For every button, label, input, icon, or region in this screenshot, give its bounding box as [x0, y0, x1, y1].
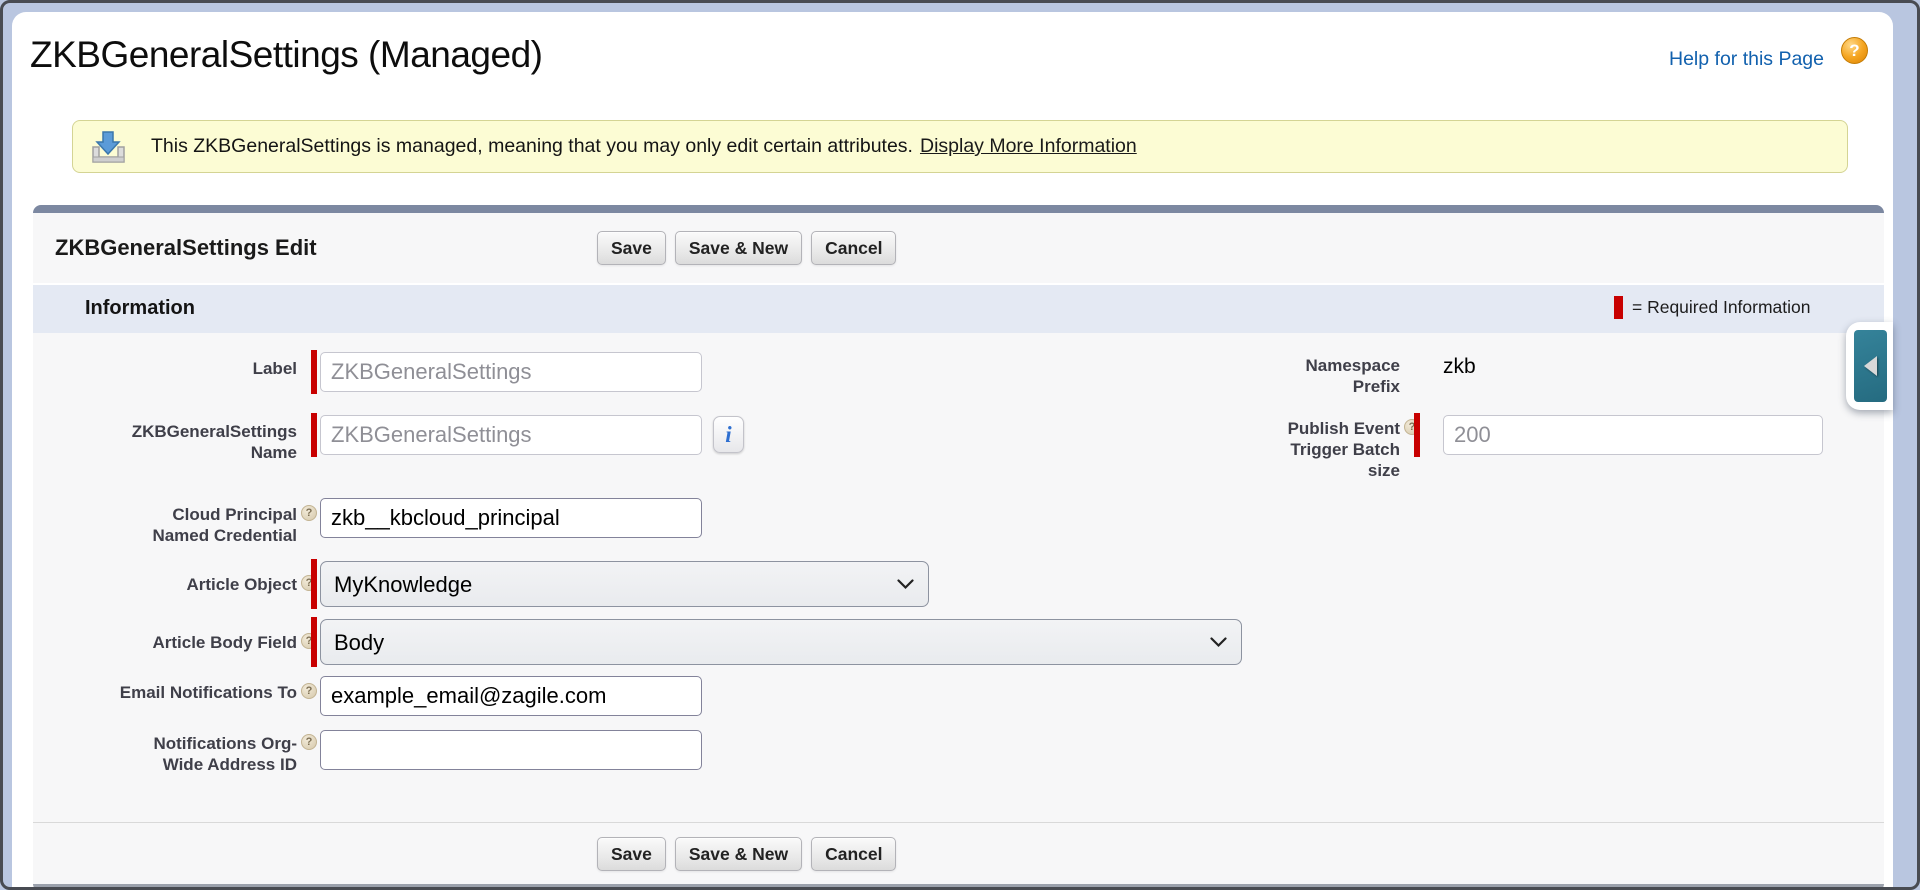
sidebar-collapse-tab[interactable]	[1846, 322, 1893, 410]
managed-info-banner: This ZKBGeneralSettings is managed, mean…	[72, 120, 1848, 173]
required-legend: = Required Information	[1614, 296, 1811, 319]
cancel-button-top[interactable]: Cancel	[811, 231, 896, 265]
required-marker-icon	[1614, 296, 1623, 319]
org-wide-address-input[interactable]	[320, 730, 702, 770]
cloud-principal-help-icon[interactable]: ?	[301, 505, 317, 521]
publish-batch-field-label: Publish Event Trigger Batch size	[1250, 418, 1400, 481]
email-notifications-input[interactable]	[320, 676, 702, 716]
panel-header: ZKBGeneralSettings Edit Save Save & New …	[33, 213, 1884, 283]
org-wide-address-help-icon[interactable]: ?	[301, 734, 317, 750]
save-and-new-button-top[interactable]: Save & New	[675, 231, 802, 265]
required-bar	[311, 617, 317, 667]
edit-section-title: ZKBGeneralSettings Edit	[55, 235, 317, 261]
org-wide-address-field-label: Notifications Org- Wide Address ID	[57, 733, 297, 775]
required-legend-text: = Required Information	[1632, 297, 1811, 318]
article-object-field-label: Article Object	[57, 574, 297, 595]
information-section-title: Information	[85, 297, 195, 320]
required-bar	[311, 559, 317, 609]
publish-batch-input	[1443, 415, 1823, 455]
label-field-label: Label	[57, 358, 297, 379]
article-object-select[interactable]: MyKnowledge	[320, 561, 929, 607]
email-notifications-help-icon[interactable]: ?	[301, 683, 317, 699]
edit-panel: ZKBGeneralSettings Edit Save Save & New …	[33, 205, 1884, 890]
article-body-select-wrap: Body	[320, 619, 1242, 665]
name-input	[320, 415, 702, 455]
required-bar	[311, 350, 317, 394]
collapse-left-arrow-icon	[1864, 356, 1877, 376]
panel-top-bar	[33, 205, 1884, 213]
save-and-new-button-bottom[interactable]: Save & New	[675, 837, 802, 871]
display-more-information-link[interactable]: Display More Information	[920, 135, 1137, 158]
cancel-button-bottom[interactable]: Cancel	[811, 837, 896, 871]
cloud-principal-field-label: Cloud Principal Named Credential	[57, 504, 297, 546]
save-button-bottom[interactable]: Save	[597, 837, 666, 871]
sidebar-collapse-tab-body[interactable]	[1854, 330, 1887, 402]
panel-bottom-bar	[33, 884, 1884, 890]
label-input	[320, 352, 702, 392]
email-notifications-field-label: Email Notifications To	[57, 682, 297, 703]
article-body-field-label: Article Body Field	[57, 632, 297, 653]
name-info-icon[interactable]: i	[713, 416, 744, 453]
article-body-select[interactable]: Body	[320, 619, 1242, 665]
article-object-select-wrap: MyKnowledge	[320, 561, 929, 607]
help-for-this-page-link[interactable]: Help for this Page	[1669, 48, 1824, 71]
required-bar	[311, 413, 317, 457]
page-title: ZKBGeneralSettings (Managed)	[30, 34, 543, 76]
cloud-principal-input[interactable]	[320, 498, 702, 538]
information-form: Label ZKBGeneralSettings Name i Cloud Pr…	[33, 333, 1884, 822]
banner-message: This ZKBGeneralSettings is managed, mean…	[151, 135, 913, 158]
name-field-label: ZKBGeneralSettings Name	[57, 421, 297, 463]
help-question-icon[interactable]: ?	[1841, 37, 1868, 64]
namespace-prefix-field-label: Namespace Prefix	[1250, 355, 1400, 397]
namespace-prefix-value: zkb	[1443, 355, 1476, 379]
managed-package-download-icon	[89, 130, 127, 164]
required-bar	[1414, 413, 1420, 457]
save-button-top[interactable]: Save	[597, 231, 666, 265]
panel-footer: Save Save & New Cancel	[33, 823, 1884, 884]
information-section-bar: Information = Required Information	[33, 285, 1884, 333]
